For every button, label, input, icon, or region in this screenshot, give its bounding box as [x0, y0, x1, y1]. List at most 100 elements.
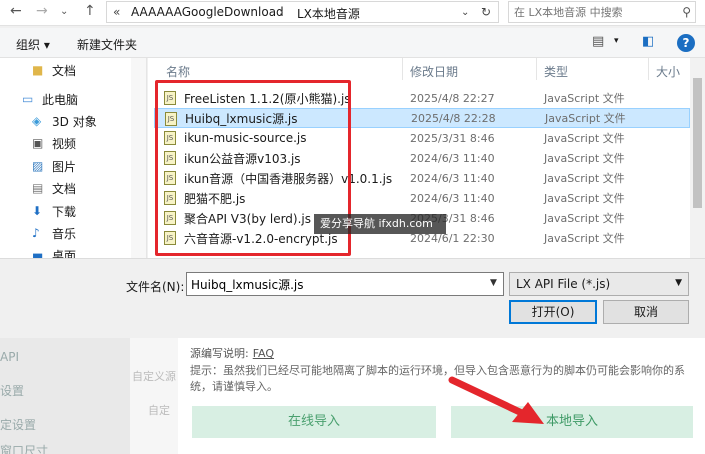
search-input[interactable]	[509, 2, 669, 22]
up-arrow-icon[interactable]: ↑	[84, 3, 96, 19]
app-mid-item[interactable]: 自定义源	[132, 368, 176, 384]
nav-item-label: 音乐	[52, 226, 77, 241]
nav-item-label: 文档	[52, 63, 77, 78]
recent-chevron-icon[interactable]: ⌄	[60, 6, 68, 17]
nav-item-desktop[interactable]: ▬ 桌面	[32, 245, 76, 259]
download-icon: ⬇	[32, 204, 43, 218]
music-icon: ♪	[32, 226, 40, 240]
help-icon[interactable]: ?	[677, 34, 695, 52]
nav-item-label: 视频	[52, 136, 77, 151]
screen: API 设置 定设置 窗口尺寸 自定义源 自定 源编写说明: FAQ 提示：虽然我…	[0, 0, 705, 454]
scrollbar-thumb[interactable]	[693, 78, 702, 208]
address-toolbar: ← → ⌄ ↑ « AAAAAAGoogleDownload › LX本地音源 …	[0, 0, 705, 26]
column-divider[interactable]	[402, 58, 403, 80]
nav-item-label: 3D 对象	[52, 114, 97, 129]
app-sidebar-item[interactable]: API	[0, 350, 19, 364]
column-header-type[interactable]: 类型	[544, 58, 568, 80]
file-name: ikun音源（中国香港服务器）v1.0.1.js	[184, 171, 393, 186]
app-sidebar-item[interactable]: 定设置	[0, 416, 36, 433]
breadcrumb-separator: ›	[279, 5, 284, 19]
column-divider[interactable]	[536, 58, 537, 80]
column-header-modified[interactable]: 修改日期	[410, 58, 458, 80]
js-file-icon: JS	[164, 151, 176, 165]
app-sidebar: API 设置 定设置 窗口尺寸	[0, 338, 130, 454]
history-chevron-icon[interactable]: ⌄	[461, 7, 469, 18]
file-row[interactable]: JS 肥猫不肥.js 2024/6/3 11:40 JavaScript 文件	[154, 188, 690, 208]
breadcrumb-item[interactable]: LX本地音源	[297, 5, 360, 22]
filetype-select[interactable]: LX API File (*.js) ▼	[509, 272, 689, 296]
file-date: 2024/6/3 11:40	[410, 151, 495, 165]
cancel-button[interactable]: 取消	[603, 300, 689, 324]
column-header-name[interactable]: 名称	[166, 58, 190, 80]
nav-item-this-pc[interactable]: ▭ 此电脑	[22, 89, 78, 109]
nav-item-label: 下载	[52, 204, 77, 219]
faq-link[interactable]: FAQ	[253, 347, 274, 360]
import-hint: 提示：虽然我们已经尽可能地隔离了脚本的运行环境，但导入包含恶意行为的脚本仍可能会…	[190, 364, 685, 393]
file-name: ikun公益音源v103.js	[184, 151, 301, 166]
file-type: JavaScript 文件	[544, 212, 625, 225]
preview-pane-icon[interactable]: ◧	[642, 34, 654, 49]
app-mid-item[interactable]: 自定	[148, 402, 170, 418]
file-type: JavaScript 文件	[544, 92, 625, 105]
file-name: 聚合API V3(by lerd).js	[184, 211, 311, 226]
nav-item-downloads[interactable]: ⬇ 下载	[32, 201, 76, 221]
filename-label: 文件名(N):	[126, 280, 185, 294]
watermark: 爱分享导航 ifxdh.com	[314, 214, 446, 234]
search-box[interactable]: ⚲	[508, 1, 696, 23]
new-folder-button[interactable]: 新建文件夹	[77, 36, 137, 53]
nav-item-videos[interactable]: ▣ 视频	[32, 133, 76, 153]
filetype-value: LX API File (*.js)	[516, 277, 611, 291]
filename-dropdown-icon[interactable]: ▼	[490, 278, 497, 288]
app-mid-column: 自定义源 自定	[130, 338, 178, 454]
js-file-icon: JS	[165, 112, 177, 126]
online-import-button[interactable]: 在线导入	[192, 406, 436, 438]
js-file-icon: JS	[164, 231, 176, 245]
file-date: 2024/6/3 11:40	[410, 191, 495, 205]
nav-item-music[interactable]: ♪ 音乐	[32, 223, 76, 243]
file-row-selected[interactable]: JS Huibq_lxmusic源.js 2025/4/8 22:28 Java…	[154, 108, 690, 128]
file-row[interactable]: JS ikun-music-source.js 2025/3/31 8:46 J…	[154, 128, 690, 148]
file-row[interactable]: JS ikun公益音源v103.js 2024/6/3 11:40 JavaSc…	[154, 148, 690, 168]
back-arrow-icon[interactable]: ←	[10, 3, 22, 19]
file-list-scrollbar[interactable]	[690, 58, 705, 258]
nav-item-pictures[interactable]: ▨ 图片	[32, 156, 76, 176]
desktop-icon: ▬	[32, 248, 44, 258]
column-divider[interactable]	[648, 58, 649, 80]
local-import-button[interactable]: 本地导入	[451, 406, 693, 438]
column-header-size[interactable]: 大小	[656, 58, 680, 80]
overflow-chevrons[interactable]: «	[113, 5, 120, 19]
file-row[interactable]: JS ikun音源（中国香港服务器）v1.0.1.js 2024/6/3 11:…	[154, 168, 690, 188]
view-options-icon[interactable]: ▤	[592, 34, 604, 49]
nav-item-documents[interactable]: ▤ 文档	[32, 178, 76, 198]
filename-input[interactable]	[186, 272, 504, 296]
nav-item-documents-folder[interactable]: ■ 文档	[32, 60, 76, 80]
refresh-icon[interactable]: ↻	[481, 5, 491, 19]
open-button[interactable]: 打开(O)	[509, 300, 597, 324]
js-file-icon: JS	[164, 191, 176, 205]
file-row[interactable]: JS FreeListen 1.1.2(原小熊猫).js 2025/4/8 22…	[154, 88, 690, 108]
js-file-icon: JS	[164, 131, 176, 145]
search-icon[interactable]: ⚲	[682, 5, 691, 19]
organize-button[interactable]: 组织 ▾	[16, 36, 50, 53]
computer-icon: ▭	[22, 92, 34, 106]
pictures-icon: ▨	[32, 159, 44, 173]
chevron-down-icon: ▼	[675, 278, 682, 288]
forward-arrow-icon[interactable]: →	[36, 3, 48, 19]
app-sidebar-item[interactable]: 窗口尺寸	[0, 442, 48, 454]
nav-item-3d-objects[interactable]: ◈ 3D 对象	[32, 111, 97, 131]
file-date: 2025/4/8 22:27	[410, 91, 495, 105]
breadcrumb-item[interactable]: AAAAAAGoogleDownload	[131, 5, 284, 19]
nav-scrollbar[interactable]	[131, 58, 146, 258]
file-type: JavaScript 文件	[544, 192, 625, 205]
folder-icon: ■	[32, 63, 44, 77]
file-type: JavaScript 文件	[544, 232, 625, 245]
address-bar[interactable]: « AAAAAAGoogleDownload › LX本地音源 ⌄ ↻	[106, 1, 499, 23]
app-sidebar-item[interactable]: 设置	[0, 382, 24, 399]
source-label: 源编写说明:	[190, 347, 249, 360]
nav-item-label: 此电脑	[42, 92, 79, 107]
file-name: FreeListen 1.1.2(原小熊猫).js	[184, 91, 351, 106]
file-type: JavaScript 文件	[544, 132, 625, 145]
view-dropdown-icon[interactable]: ▾	[614, 36, 619, 46]
js-file-icon: JS	[164, 171, 176, 185]
js-file-icon: JS	[164, 91, 176, 105]
